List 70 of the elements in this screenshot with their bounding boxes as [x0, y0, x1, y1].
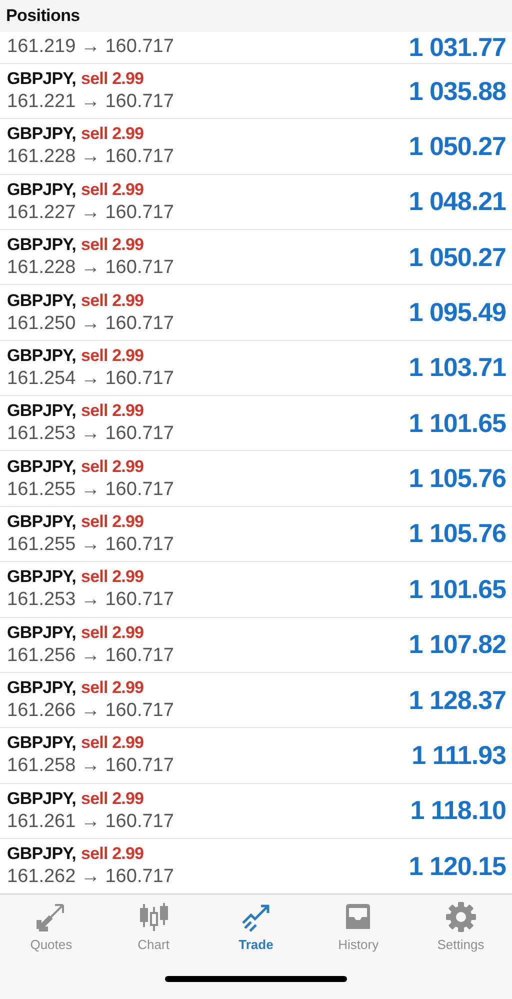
order-text: sell 2.99	[81, 678, 144, 698]
order-text: sell 2.99	[81, 290, 144, 311]
symbol-text: GBPJPY,	[7, 346, 76, 366]
symbol-text: GBPJPY,	[7, 235, 76, 256]
price-text: 161.250 → 160.717	[7, 312, 174, 335]
symbol-text: GBPJPY,	[7, 124, 76, 144]
tab[interactable]: Chart	[108, 901, 199, 952]
symbol-text: GBPJPY,	[7, 567, 76, 588]
profit-text: 1 120.15	[408, 850, 506, 882]
symbol-text: GBPJPY,	[7, 622, 76, 643]
order-text: sell 2.99	[81, 235, 144, 256]
candlestick-icon	[138, 901, 170, 934]
price-text: 161.221 → 160.717	[7, 91, 174, 114]
header-title: Positions	[6, 6, 80, 26]
symbol-text: GBPJPY,	[7, 180, 76, 200]
profit-text: 1 050.27	[408, 242, 506, 273]
order-text: sell 2.99	[81, 512, 144, 532]
symbol-text: GBPJPY,	[7, 844, 76, 864]
profit-text: 1 118.10	[410, 795, 506, 826]
symbol-text: GBPJPY,	[7, 290, 76, 311]
price-text: 161.256 → 160.717	[7, 644, 174, 667]
profit-text: 1 095.49	[408, 297, 506, 328]
price-text: 161.227 → 160.717	[7, 202, 174, 224]
profit-text: 1 107.82	[408, 629, 506, 660]
price-text: 161.228 → 160.717	[7, 257, 174, 280]
price-text: 161.253 → 160.717	[7, 589, 174, 612]
symbol-text: GBPJPY,	[7, 401, 76, 422]
symbol-text: GBPJPY,	[7, 512, 76, 532]
order-text: sell 2.99	[81, 401, 144, 422]
profit-text: 1 101.65	[408, 574, 506, 605]
price-text: 161.262 → 160.717	[7, 866, 174, 888]
symbol-text: GBPJPY,	[7, 733, 76, 754]
order-text: sell 2.99	[81, 456, 144, 477]
price-text: 161.254 → 160.717	[7, 368, 174, 390]
profit-text: 1 031.77	[408, 32, 506, 63]
price-text: 161.255 → 160.717	[7, 478, 174, 501]
order-text: sell 2.99	[81, 346, 144, 366]
price-text: 161.258 → 160.717	[7, 755, 174, 778]
symbol-text: GBPJPY,	[7, 678, 76, 698]
profit-text: 1 103.71	[408, 352, 506, 384]
tab[interactable]: History	[313, 901, 404, 952]
tab[interactable]: Settings	[416, 901, 506, 952]
tab[interactable]: Trade	[210, 901, 301, 952]
order-text: sell 2.99	[81, 733, 144, 754]
price-text: 161.253 → 160.717	[7, 423, 174, 446]
order-text: sell 2.99	[81, 124, 144, 144]
price-text: 161.261 → 160.717	[7, 810, 174, 833]
profit-text: 1 101.65	[408, 408, 506, 439]
symbol-text: GBPJPY,	[7, 69, 76, 90]
profit-text: 1 105.76	[408, 463, 506, 494]
price-text: 161.219 → 160.717	[7, 36, 174, 58]
order-text: sell 2.99	[81, 567, 144, 588]
order-text: sell 2.99	[81, 622, 144, 643]
symbol-text: GBPJPY,	[7, 788, 76, 809]
symbol-text: GBPJPY,	[7, 456, 76, 477]
tab[interactable]: Quotes	[6, 901, 96, 952]
price-text: 161.228 → 160.717	[7, 146, 174, 168]
order-text: sell 2.99	[81, 788, 144, 809]
profit-text: 1 035.88	[408, 76, 506, 107]
profit-text: 1 050.27	[408, 130, 506, 162]
profit-text: 1 048.21	[408, 186, 506, 218]
order-text: sell 2.99	[81, 844, 144, 864]
order-text: sell 2.99	[81, 180, 144, 200]
profit-text: 1 128.37	[408, 684, 506, 716]
profit-text: 1 111.93	[412, 740, 506, 771]
price-text: 161.266 → 160.717	[7, 700, 174, 722]
settings-icon	[444, 901, 477, 934]
profit-text: 1 105.76	[408, 518, 506, 550]
order-text: sell 2.99	[81, 69, 144, 90]
price-text: 161.255 → 160.717	[7, 534, 174, 556]
